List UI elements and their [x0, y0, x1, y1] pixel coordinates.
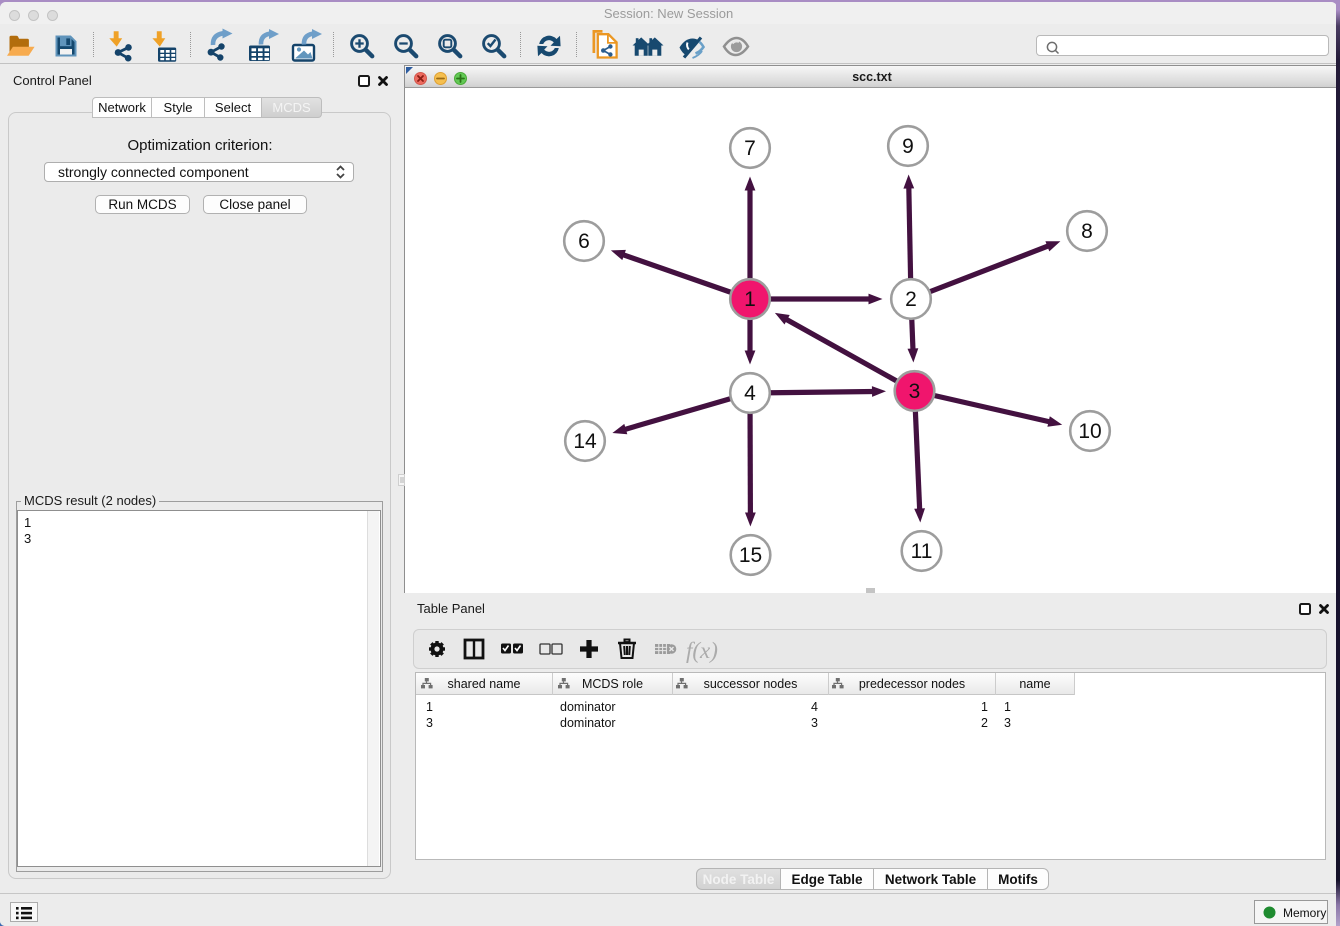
svg-text:2: 2	[905, 288, 917, 311]
svg-text:8: 8	[1081, 220, 1093, 243]
svg-text:10: 10	[1078, 420, 1101, 443]
svg-text:f(x): f(x)	[686, 638, 718, 663]
svg-text:14: 14	[573, 430, 597, 453]
svg-text:11: 11	[911, 540, 933, 563]
svg-text:7: 7	[744, 137, 756, 160]
svg-text:4: 4	[744, 382, 756, 405]
svg-text:15: 15	[739, 544, 762, 567]
svg-text:3: 3	[909, 380, 921, 403]
svg-text:1: 1	[744, 288, 756, 311]
svg-text:6: 6	[578, 230, 590, 253]
svg-text:9: 9	[902, 135, 914, 158]
